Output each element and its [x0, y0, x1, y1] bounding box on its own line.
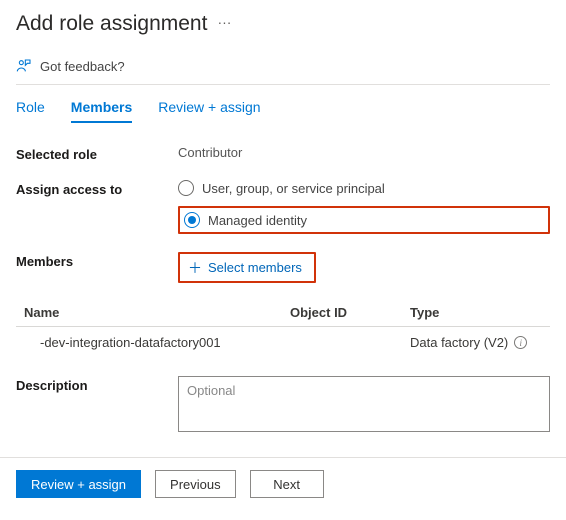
person-feedback-icon — [16, 58, 32, 74]
tab-members[interactable]: Members — [71, 99, 132, 123]
feedback-label: Got feedback? — [40, 59, 125, 74]
members-label: Members — [16, 252, 166, 269]
highlight-managed-identity: Managed identity — [178, 206, 550, 234]
footer-bar: Review + assign Previous Next — [0, 457, 566, 510]
table-row: -dev-integration-datafactory001 Data fac… — [16, 327, 550, 358]
plus-icon: ＋ — [188, 261, 202, 275]
col-object-id: Object ID — [290, 305, 410, 320]
info-icon[interactable]: i — [514, 336, 527, 349]
radio-user-group[interactable]: User, group, or service principal — [178, 180, 550, 196]
member-type: Data factory (V2) — [410, 335, 508, 350]
radio-user-label: User, group, or service principal — [202, 181, 385, 196]
tab-role[interactable]: Role — [16, 99, 45, 123]
radio-icon — [184, 212, 200, 228]
more-icon[interactable]: ··· — [217, 15, 231, 33]
previous-button[interactable]: Previous — [155, 470, 236, 498]
col-name: Name — [24, 305, 290, 320]
feedback-link[interactable]: Got feedback? — [16, 52, 550, 84]
radio-managed-label: Managed identity — [208, 213, 307, 228]
description-label: Description — [16, 376, 166, 393]
highlight-select-members: ＋ Select members — [178, 252, 316, 283]
next-button[interactable]: Next — [250, 470, 324, 498]
tab-review[interactable]: Review + assign — [158, 99, 260, 123]
selected-role-label: Selected role — [16, 145, 166, 162]
member-name: -dev-integration-datafactory001 — [40, 335, 290, 350]
select-members-button[interactable]: ＋ Select members — [188, 260, 302, 275]
selected-role-value: Contributor — [178, 145, 550, 160]
assign-access-radio-group: User, group, or service principal Manage… — [178, 180, 550, 234]
radio-icon — [178, 180, 194, 196]
members-table-header: Name Object ID Type — [16, 301, 550, 327]
col-type: Type — [410, 305, 550, 320]
assign-access-label: Assign access to — [16, 180, 166, 197]
tab-bar: Role Members Review + assign — [16, 85, 550, 123]
description-textarea[interactable] — [178, 376, 550, 432]
review-assign-button[interactable]: Review + assign — [16, 470, 141, 498]
radio-managed-identity[interactable]: Managed identity — [184, 212, 307, 228]
select-members-label: Select members — [208, 260, 302, 275]
page-title: Add role assignment — [16, 12, 207, 36]
